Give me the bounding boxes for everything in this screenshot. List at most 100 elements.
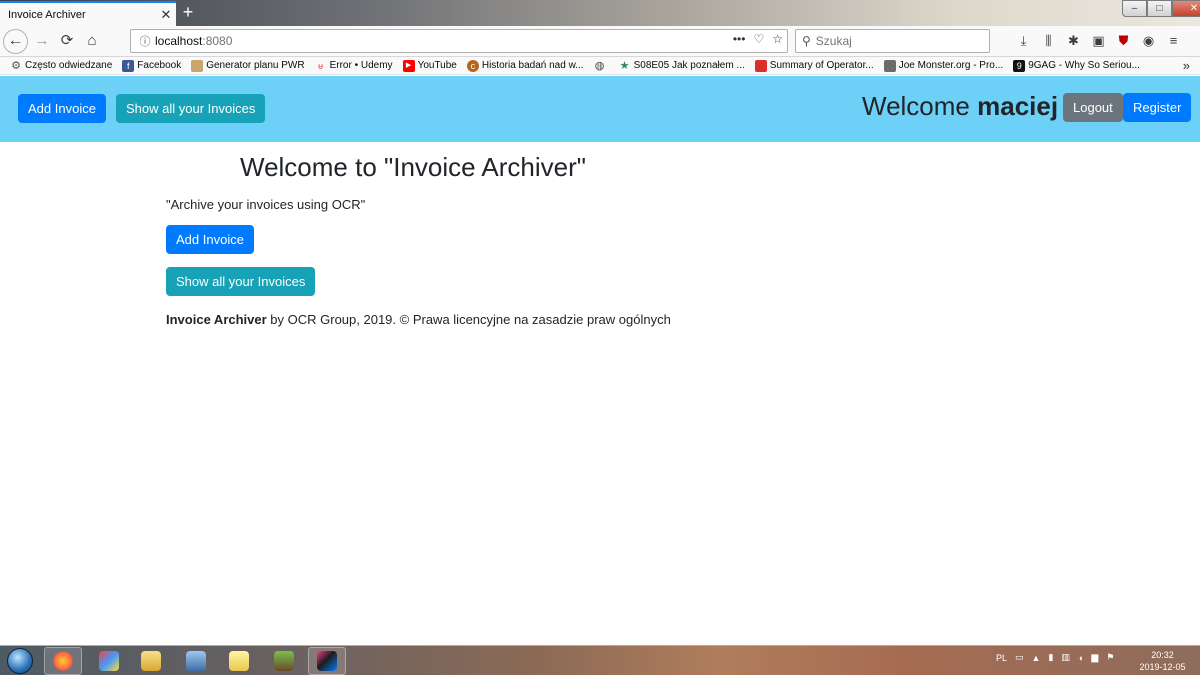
tagline: "Archive your invoices using OCR" <box>166 197 366 212</box>
sidebar-icon[interactable]: ▣ <box>1090 32 1107 49</box>
window-controls: – □ ✕ <box>1122 0 1200 17</box>
welcome-message: Welcome maciej <box>862 91 1058 122</box>
bookmark-item[interactable]: ⚙ Często odwiedzane <box>10 60 112 72</box>
close-window-icon[interactable]: ✕ <box>1172 0 1200 17</box>
taskbar-remote[interactable] <box>177 647 215 675</box>
reload-icon[interactable]: ⟳ <box>55 29 79 53</box>
bookmark-item[interactable]: Joe Monster.org - Pro... <box>883 59 1003 72</box>
folder-icon <box>141 651 161 671</box>
bookmarks-bar: ⚙ Często odwiedzane f Facebook Generator p… <box>0 57 1200 75</box>
search-input[interactable] <box>815 34 976 48</box>
taskbar-firefox[interactable] <box>44 647 82 675</box>
action-center-icon[interactable]: ⚑ <box>1106 652 1114 663</box>
9gag-icon: 9 <box>1013 59 1026 72</box>
header-add-invoice-button[interactable]: Add Invoice <box>18 94 106 123</box>
maximize-icon[interactable]: □ <box>1147 0 1172 17</box>
page-actions-icon[interactable]: ••• <box>733 32 746 46</box>
intellij-icon <box>317 651 337 671</box>
udemy-icon: ᵾ <box>318 60 324 71</box>
firefox-icon <box>53 651 73 671</box>
minimize-icon[interactable]: – <box>1122 0 1147 17</box>
minecraft-icon <box>274 651 294 671</box>
url-bar[interactable]: ⓘ localhost:8080 ••• ♡ ☆ <box>130 29 788 53</box>
taskbar-paint[interactable] <box>90 647 128 675</box>
taskbar-notes[interactable] <box>220 647 258 675</box>
taskbar-intellij[interactable] <box>308 647 346 675</box>
power-icon[interactable]: ▮ <box>1048 652 1053 663</box>
network-icon[interactable]: ▥ <box>1061 652 1070 663</box>
search-bar[interactable]: ⚲ <box>795 29 990 53</box>
clock-time: 20:32 <box>1151 650 1174 660</box>
browser-toolbar: ← → ⟳ ⌂ ⓘ localhost:8080 ••• ♡ ☆ ⚲ ⤓ ⫼ ✱… <box>0 26 1200 57</box>
toolbar-icons: ⤓ ⫼ ✱ ▣ ⛊ ◉ ≡ <box>1015 32 1182 49</box>
register-button[interactable]: Register <box>1123 93 1192 122</box>
taskbar-explorer[interactable] <box>132 647 170 675</box>
library-icon[interactable]: ⫼ <box>1040 32 1057 49</box>
bookmark-item[interactable]: c Historia badań nad w... <box>466 59 584 72</box>
bookmark-item[interactable]: ᵾ Error • Udemy <box>315 60 392 72</box>
gear-icon: ⚙ <box>11 59 21 72</box>
clock-date: 2019-12-05 <box>1139 662 1186 672</box>
star-icon: ★ <box>619 59 630 72</box>
windows-taskbar: PL ▭ ▲ ▮ ▥ ◖ ▆ ⚑ 20:32 2019-12-05 <box>0 645 1200 675</box>
bookmark-item[interactable]: 9 9GAG - Why So Seriou... <box>1013 59 1140 72</box>
browser-tab-strip: Invoice Archiver ✕ + – □ ✕ <box>0 0 1200 26</box>
youtube-icon: ▶ <box>402 59 415 72</box>
close-tab-icon[interactable]: ✕ <box>156 7 176 23</box>
bookmark-item[interactable]: f Facebook <box>122 59 181 72</box>
ublock-icon[interactable]: ⛊ <box>1115 32 1132 49</box>
url-host: localhost <box>155 34 203 48</box>
tab-title: Invoice Archiver <box>8 8 86 21</box>
start-button[interactable] <box>2 646 38 675</box>
page-icon <box>191 59 204 72</box>
menu-icon[interactable]: ≡ <box>1165 32 1182 49</box>
back-icon[interactable]: ← <box>3 29 28 54</box>
docs-icon <box>754 59 767 72</box>
browser-tab[interactable]: Invoice Archiver ✕ <box>0 1 176 26</box>
add-invoice-button[interactable]: Add Invoice <box>166 225 254 254</box>
header-show-invoices-button[interactable]: Show all your Invoices <box>116 94 266 123</box>
bookmark-item[interactable]: ▶ YouTube <box>402 59 457 72</box>
page-title: Welcome to "Invoice Archiver" <box>240 152 586 182</box>
system-clock[interactable]: 20:32 2019-12-05 <box>1135 649 1190 673</box>
username: maciej <box>977 91 1059 121</box>
globe-icon: ◍ <box>594 59 605 72</box>
taskbar-game[interactable] <box>265 647 303 675</box>
new-tab-button[interactable]: + <box>178 3 198 23</box>
facebook-icon: f <box>122 59 135 72</box>
signal-icon[interactable]: ▆ <box>1091 652 1098 663</box>
system-tray: PL ▭ ▲ ▮ ▥ ◖ ▆ ⚑ <box>996 652 1114 663</box>
search-icon: ⚲ <box>802 34 811 48</box>
history-icon: c <box>466 59 479 72</box>
forward-icon[interactable]: → <box>30 29 54 53</box>
url-port: :8080 <box>202 34 233 48</box>
computer-icon <box>186 651 206 671</box>
pocket-icon[interactable]: ♡ <box>753 32 764 46</box>
show-hidden-icons-icon[interactable]: ▲ <box>1032 653 1041 663</box>
windows-logo-icon <box>7 648 33 674</box>
account-icon[interactable]: ◉ <box>1140 32 1157 49</box>
language-indicator[interactable]: PL <box>996 653 1007 663</box>
bookmarks-overflow-icon[interactable]: » <box>1183 58 1190 73</box>
downloads-icon[interactable]: ⤓ <box>1015 32 1032 49</box>
joemonster-icon <box>883 59 896 72</box>
app-navbar: Add Invoice Show all your Invoices Welco… <box>0 76 1200 142</box>
home-icon[interactable]: ⌂ <box>80 29 104 53</box>
logout-button[interactable]: Logout <box>1063 93 1123 122</box>
paint-icon <box>99 651 119 671</box>
extensions-icon[interactable]: ✱ <box>1065 32 1082 49</box>
bookmark-item[interactable]: ◍ <box>594 60 609 72</box>
keyboard-icon[interactable]: ▭ <box>1015 652 1024 663</box>
bookmark-item[interactable]: Generator planu PWR <box>191 59 305 72</box>
notes-icon <box>229 651 249 671</box>
show-invoices-button[interactable]: Show all your Invoices <box>166 267 316 296</box>
bookmark-star-icon[interactable]: ☆ <box>772 32 783 46</box>
footer-app-name: Invoice Archiver <box>166 312 267 327</box>
welcome-prefix: Welcome <box>862 91 978 121</box>
volume-icon[interactable]: ◖ <box>1078 653 1083 663</box>
site-info-icon[interactable]: ⓘ <box>135 33 155 49</box>
footer-text: Invoice Archiver by OCR Group, 2019. © P… <box>166 312 671 327</box>
footer-copyright: by OCR Group, 2019. © Prawa licencyjne n… <box>266 312 671 327</box>
bookmark-item[interactable]: ★ S08E05 Jak poznałem ... <box>619 60 745 72</box>
bookmark-item[interactable]: Summary of Operator... <box>754 59 874 72</box>
